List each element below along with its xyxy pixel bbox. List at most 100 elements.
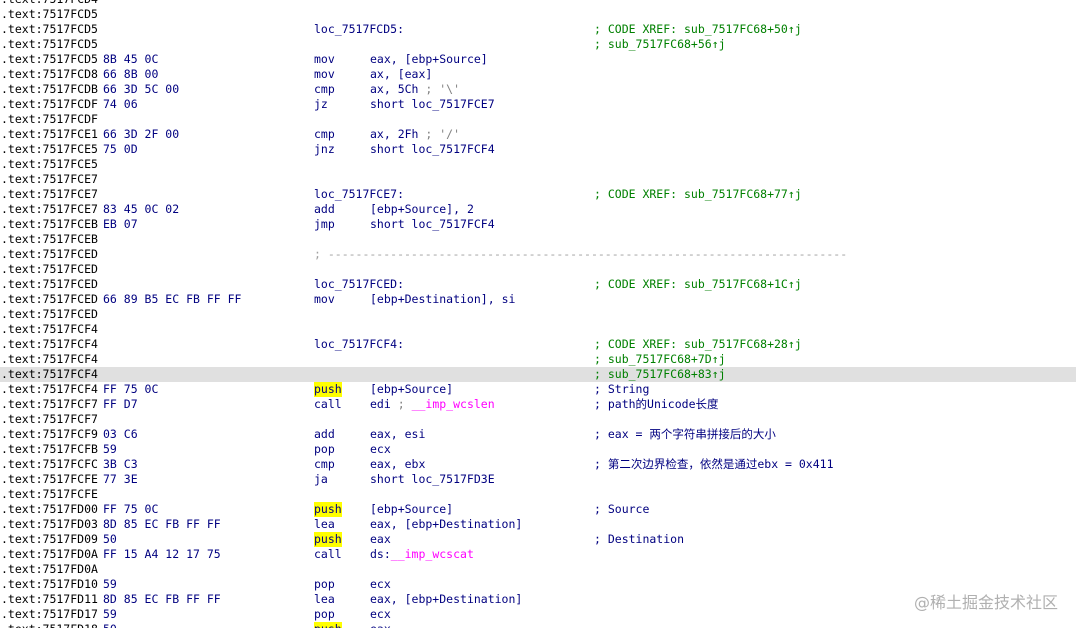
line-address: .text:7517FCD5	[1, 7, 98, 21]
listing-row[interactable]: .text:7517FCFB 59 pop ecx	[0, 442, 1076, 457]
line-address: .text:7517FCE7	[1, 187, 98, 201]
listing-row[interactable]: .text:7517FCD4	[0, 0, 1076, 7]
instruction-operands: short loc_7517FCF4	[370, 142, 495, 157]
line-address: .text:7517FD10	[1, 577, 98, 591]
operand-part: ecx	[370, 577, 391, 591]
line-comment: ; path的Unicode长度	[594, 397, 719, 412]
disassembly-view[interactable]: .text:7517FCD4.text:7517FCD5.text:7517FC…	[0, 0, 1076, 628]
import-reference[interactable]: __imp_wcslen	[412, 397, 495, 411]
listing-row[interactable]: .text:7517FCD8 66 8B 00 mov ax, [eax]	[0, 67, 1076, 82]
listing-row[interactable]: .text:7517FD0A FF 15 A4 12 17 75 call ds:__…	[0, 547, 1076, 562]
opcode-bytes: 66 8B 00	[103, 67, 159, 81]
code-xref[interactable]: ; sub_7517FC68+7D↑j	[594, 352, 726, 366]
listing-row[interactable]: .text:7517FCED ; ------------------------…	[0, 247, 1076, 262]
line-address: .text:7517FCEB	[1, 217, 98, 231]
listing-row[interactable]: .text:7517FCD5 ; sub_7517FC68+56↑j	[0, 37, 1076, 52]
listing-row[interactable]: .text:7517FCE7 loc_7517FCE7: ; CODE XREF: …	[0, 187, 1076, 202]
instruction-operands: ds:__imp_wcscat	[370, 547, 474, 562]
line-address: .text:7517FCED	[1, 292, 98, 306]
line-comment: ; sub_7517FC68+7D↑j	[594, 352, 726, 367]
opcode-bytes: 50	[103, 622, 117, 628]
instruction-mnemonic: push	[314, 502, 342, 517]
operand-part: ecx	[370, 607, 391, 621]
opcode-bytes: 77 3E	[103, 472, 138, 486]
listing-row[interactable]: .text:7517FCF7	[0, 412, 1076, 427]
import-reference[interactable]: __imp_wcscat	[391, 547, 474, 561]
instruction-mnemonic: mov	[314, 292, 335, 306]
line-address: .text:7517FCD5	[1, 52, 98, 66]
instruction-mnemonic: cmp	[314, 457, 335, 471]
operand-part: eax, [ebp+	[370, 52, 440, 66]
listing-row[interactable]: .text:7517FCEB EB 07 jmp short loc_7517FCF4	[0, 217, 1076, 232]
listing-row[interactable]: .text:7517FCE7 83 45 0C 02 add [ebp+Source]…	[0, 202, 1076, 217]
code-xref[interactable]: ; CODE XREF: sub_7517FC68+1C↑j	[594, 277, 802, 291]
comment-text: ; 第二次边界检查，依然是通过ebx = 0x411	[594, 457, 834, 471]
line-address: .text:7517FCD8	[1, 67, 98, 81]
listing-row[interactable]: .text:7517FCDB 66 3D 5C 00 cmp ax, 5Ch ; '\…	[0, 82, 1076, 97]
listing-row[interactable]: .text:7517FCF7 FF D7 call edi ; __imp_wcsle…	[0, 397, 1076, 412]
operand-part: short loc_7517FCF4	[370, 142, 495, 156]
code-label: loc_7517FCF4:	[314, 337, 405, 351]
listing-row[interactable]: .text:7517FD03 8D 85 EC FB FF FF lea eax, […	[0, 517, 1076, 532]
code-xref[interactable]: ; sub_7517FC68+83↑j	[594, 367, 726, 381]
line-address: .text:7517FD11	[1, 592, 98, 606]
opcode-bytes: 66 3D 5C 00	[103, 82, 180, 96]
line-address: .text:7517FD0A	[1, 562, 98, 576]
line-address: .text:7517FCE1	[1, 127, 98, 141]
line-address: .text:7517FCE5	[1, 157, 98, 171]
operand-part: ]	[515, 592, 523, 606]
instruction-operands: eax, ebx	[370, 457, 425, 472]
operand-part: Source	[404, 202, 447, 216]
operand-part: eax, [ebp+	[370, 517, 440, 531]
listing-row[interactable]: .text:7517FCF4 FF 75 0C push [ebp+Source] ; …	[0, 382, 1076, 397]
code-xref[interactable]: ; CODE XREF: sub_7517FC68+50↑j	[594, 22, 802, 36]
operand-part: ;	[397, 397, 412, 411]
listing-row[interactable]: .text:7517FCD5 8B 45 0C mov eax, [ebp+Sourc…	[0, 52, 1076, 67]
opcode-bytes: 83 45 0C 02	[103, 202, 180, 216]
listing-row[interactable]: .text:7517FCED loc_7517FCED: ; CODE XREF: …	[0, 277, 1076, 292]
instruction-mnemonic: ja	[314, 472, 328, 486]
line-address: .text:7517FCFE	[1, 472, 98, 486]
listing-row[interactable]: .text:7517FD09 50 push eax ; Destination	[0, 532, 1076, 547]
listing-row[interactable]: .text:7517FD00 FF 75 0C push [ebp+Source] ; …	[0, 502, 1076, 517]
listing-row[interactable]: .text:7517FCE5 75 0D jnz short loc_7517FCF4	[0, 142, 1076, 157]
listing-row[interactable]: .text:7517FCED 66 89 B5 EC FB FF FF mov [eb…	[0, 292, 1076, 307]
listing-row[interactable]: .text:7517FCF4 loc_7517FCF4: ; CODE XREF: …	[0, 337, 1076, 352]
instruction-mnemonic: cmp	[314, 82, 335, 96]
code-xref[interactable]: ; CODE XREF: sub_7517FC68+28↑j	[594, 337, 802, 351]
listing-row[interactable]: .text:7517FCDF 74 06 jz short loc_7517FCE7	[0, 97, 1076, 112]
listing-row[interactable]: .text:7517FCF4 ; sub_7517FC68+7D↑j	[0, 352, 1076, 367]
listing-row[interactable]: .text:7517FCF9 03 C6 add eax, esi ; eax = 两个…	[0, 427, 1076, 442]
listing-row[interactable]: .text:7517FD10 59 pop ecx	[0, 577, 1076, 592]
listing-row[interactable]: .text:7517FCED	[0, 262, 1076, 277]
instruction-operands: edi ; __imp_wcslen	[370, 397, 495, 412]
listing-row[interactable]: .text:7517FCFC 3B C3 cmp eax, ebx ; 第二次边界检查，…	[0, 457, 1076, 472]
listing-row[interactable]: .text:7517FCE5	[0, 157, 1076, 172]
listing-row[interactable]: .text:7517FCEB	[0, 232, 1076, 247]
instruction-operands: short loc_7517FD3E	[370, 472, 495, 487]
operand-part: eax	[370, 622, 391, 628]
code-xref[interactable]: ; sub_7517FC68+56↑j	[594, 37, 726, 51]
listing-row[interactable]: .text:7517FCFE 77 3E ja short loc_7517FD3E	[0, 472, 1076, 487]
instruction-operands: eax, [ebp+Source]	[370, 52, 488, 67]
instruction-mnemonic: pop	[314, 607, 335, 621]
operand-part: Destination	[404, 292, 481, 306]
listing-row[interactable]: .text:7517FD18 50 push eax	[0, 622, 1076, 628]
line-comment: ; CODE XREF: sub_7517FC68+77↑j	[594, 187, 802, 202]
listing-row[interactable]: .text:7517FCD5 loc_7517FCD5: ; CODE XREF: …	[0, 22, 1076, 37]
code-label: loc_7517FCED:	[314, 277, 405, 291]
listing-row[interactable]: .text:7517FCE1 66 3D 2F 00 cmp ax, 2Fh ; '/…	[0, 127, 1076, 142]
listing-row[interactable]: .text:7517FD0A	[0, 562, 1076, 577]
operand-part: short loc_7517FD3E	[370, 472, 495, 486]
listing-row[interactable]: .text:7517FCED	[0, 307, 1076, 322]
line-comment: ; eax = 两个字符串拼接后的大小	[594, 427, 776, 442]
listing-row[interactable]: .text:7517FCE7	[0, 172, 1076, 187]
listing-row[interactable]: .text:7517FCD5	[0, 7, 1076, 22]
opcode-bytes: 03 C6	[103, 427, 138, 441]
instruction-mnemonic: cmp	[314, 127, 335, 141]
listing-row[interactable]: .text:7517FCFE	[0, 487, 1076, 502]
listing-row-selected[interactable]: .text:7517FCF4 ; sub_7517FC68+83↑j	[0, 367, 1076, 382]
listing-row[interactable]: .text:7517FCDF	[0, 112, 1076, 127]
code-xref[interactable]: ; CODE XREF: sub_7517FC68+77↑j	[594, 187, 802, 201]
listing-row[interactable]: .text:7517FCF4	[0, 322, 1076, 337]
